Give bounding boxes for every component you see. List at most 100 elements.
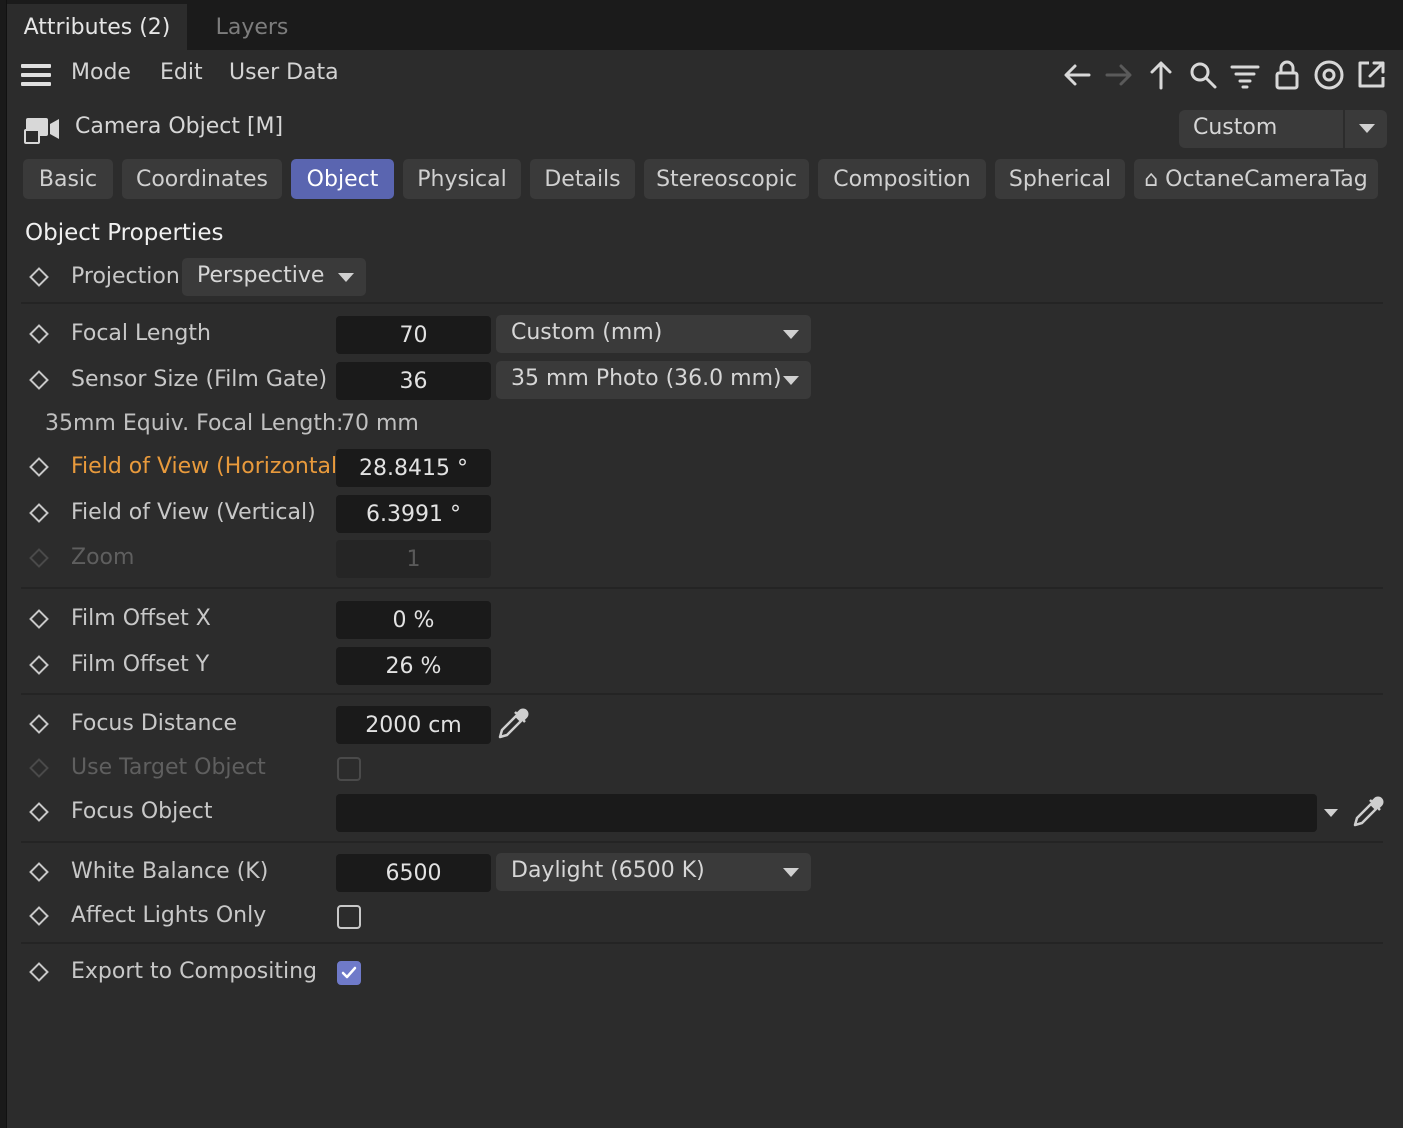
export-to-compositing-checkbox[interactable] (337, 961, 361, 985)
tab-stereoscopic[interactable]: Stereoscopic (644, 159, 809, 199)
lock-icon[interactable] (1267, 56, 1307, 94)
keyframe-diamond-icon[interactable] (29, 862, 49, 882)
focal-length-label: Focal Length (71, 321, 211, 346)
fov-vertical-label: Field of View (Vertical) (71, 500, 316, 525)
film-offset-y-input[interactable]: 26 % (336, 647, 491, 685)
chevron-down-icon (338, 273, 354, 282)
row-film-offset-x: Film Offset X 0 % (7, 600, 1403, 640)
keyframe-diamond-icon[interactable] (29, 324, 49, 344)
row-use-target-object: Use Target Object (7, 749, 1403, 789)
affect-lights-only-checkbox[interactable] (337, 905, 361, 929)
tab-octane-camera-tag[interactable]: ⌂ OctaneCameraTag (1134, 159, 1378, 199)
keyframe-diamond-icon[interactable] (29, 267, 49, 287)
object-title: Camera Object [M] (75, 114, 284, 139)
divider (21, 302, 1383, 304)
row-focus-distance: Focus Distance 2000 cm (7, 705, 1403, 745)
checkmark-icon (341, 966, 357, 979)
focus-object-label: Focus Object (71, 799, 213, 824)
tab-coordinates[interactable]: Coordinates (122, 159, 282, 199)
focal-length-input[interactable]: 70 (336, 316, 491, 354)
menu-edit[interactable]: Edit (160, 60, 203, 85)
tab-physical[interactable]: Physical (403, 159, 521, 199)
white-balance-input[interactable]: 6500 (336, 854, 491, 892)
equiv-focal-length-value: 70 mm (341, 411, 419, 436)
projection-dropdown[interactable]: Perspective (182, 258, 366, 296)
sensor-size-input[interactable]: 36 (336, 362, 491, 400)
forward-arrow-icon[interactable] (1099, 56, 1139, 94)
tab-spherical[interactable]: Spherical (995, 159, 1125, 199)
projection-value: Perspective (197, 263, 325, 288)
fov-vertical-input[interactable]: 6.3991 ° (336, 495, 491, 533)
keyframe-diamond-icon (29, 548, 49, 568)
keyframe-diamond-icon[interactable] (29, 609, 49, 629)
focus-distance-input[interactable]: 2000 cm (336, 706, 491, 744)
preset-select[interactable]: Custom (1179, 110, 1387, 148)
menu-bar: Mode Edit User Data (7, 50, 1403, 98)
keyframe-diamond-icon[interactable] (29, 503, 49, 523)
camera-object-icon (23, 112, 63, 146)
zoom-input: 1 (336, 540, 491, 578)
affect-lights-only-label: Affect Lights Only (71, 903, 267, 928)
keyframe-diamond-icon[interactable] (29, 655, 49, 675)
eyedropper-icon[interactable] (1349, 795, 1385, 831)
fov-horizontal-input[interactable]: 28.8415 ° (336, 449, 491, 487)
focal-length-preset-value: Custom (mm) (511, 320, 663, 345)
object-header: Camera Object [M] Custom (7, 100, 1403, 156)
eyedropper-icon[interactable] (494, 707, 530, 743)
tab-basic[interactable]: Basic (23, 159, 113, 199)
tab-composition[interactable]: Composition (818, 159, 986, 199)
tab-object[interactable]: Object (291, 159, 394, 199)
focus-object-link-field[interactable] (336, 794, 1317, 832)
film-offset-x-input[interactable]: 0 % (336, 601, 491, 639)
white-balance-preset-dropdown[interactable]: Daylight (6500 K) (496, 853, 811, 891)
toolbar-icons (1057, 56, 1391, 94)
attributes-panel: Attributes (2) Layers Mode Edit User Dat… (6, 0, 1403, 1128)
export-to-compositing-label: Export to Compositing (71, 959, 317, 984)
sensor-size-label: Sensor Size (Film Gate) (71, 367, 328, 392)
row-sensor-size: Sensor Size (Film Gate) 36 35 mm Photo (… (7, 361, 1403, 401)
row-fov-horizontal: Field of View (Horizontal) 28.8415 ° (7, 448, 1403, 488)
zoom-label: Zoom (71, 545, 135, 570)
focal-length-preset-dropdown[interactable]: Custom (mm) (496, 315, 811, 353)
row-zoom: Zoom 1 (7, 539, 1403, 579)
chevron-down-icon[interactable] (1324, 809, 1338, 817)
new-window-icon[interactable] (1351, 56, 1391, 94)
keyframe-diamond-icon[interactable] (29, 802, 49, 822)
preset-select-value: Custom (1193, 115, 1278, 140)
divider (21, 693, 1383, 695)
hamburger-menu-icon[interactable] (21, 64, 51, 86)
filter-icon[interactable] (1225, 56, 1265, 94)
row-film-offset-y: Film Offset Y 26 % (7, 646, 1403, 686)
row-fov-vertical: Field of View (Vertical) 6.3991 ° (7, 494, 1403, 534)
divider (21, 841, 1383, 843)
tab-details[interactable]: Details (530, 159, 635, 199)
row-white-balance: White Balance (K) 6500 Daylight (6500 K) (7, 853, 1403, 893)
tab-attributes[interactable]: Attributes (2) (7, 4, 187, 50)
divider (21, 942, 1383, 944)
white-balance-preset-value: Daylight (6500 K) (511, 858, 705, 883)
row-equiv-focal-length: 35mm Equiv. Focal Length: 70 mm (7, 405, 1403, 445)
up-arrow-icon[interactable] (1141, 56, 1181, 94)
panel-tab-bar: Attributes (2) Layers (7, 0, 1403, 50)
keyframe-diamond-icon[interactable] (29, 962, 49, 982)
keyframe-diamond-icon[interactable] (29, 906, 49, 926)
sensor-size-preset-value: 35 mm Photo (36.0 mm) (511, 366, 782, 391)
film-offset-y-label: Film Offset Y (71, 652, 210, 677)
keyframe-diamond-icon[interactable] (29, 457, 49, 477)
fov-horizontal-label: Field of View (Horizontal) (71, 454, 346, 479)
chevron-down-icon[interactable] (1359, 124, 1375, 133)
tab-layers[interactable]: Layers (197, 4, 307, 50)
use-target-object-checkbox (337, 757, 361, 781)
keyframe-diamond-icon[interactable] (29, 714, 49, 734)
menu-mode[interactable]: Mode (71, 60, 131, 85)
back-arrow-icon[interactable] (1057, 56, 1097, 94)
projection-label: Projection (71, 264, 180, 289)
search-icon[interactable] (1183, 56, 1223, 94)
menu-user-data[interactable]: User Data (229, 60, 339, 85)
equiv-focal-length-label: 35mm Equiv. Focal Length: (45, 411, 344, 436)
sensor-size-preset-dropdown[interactable]: 35 mm Photo (36.0 mm) (496, 361, 811, 399)
target-icon[interactable] (1309, 56, 1349, 94)
chevron-down-icon (783, 376, 799, 385)
white-balance-label: White Balance (K) (71, 859, 269, 884)
keyframe-diamond-icon[interactable] (29, 370, 49, 390)
